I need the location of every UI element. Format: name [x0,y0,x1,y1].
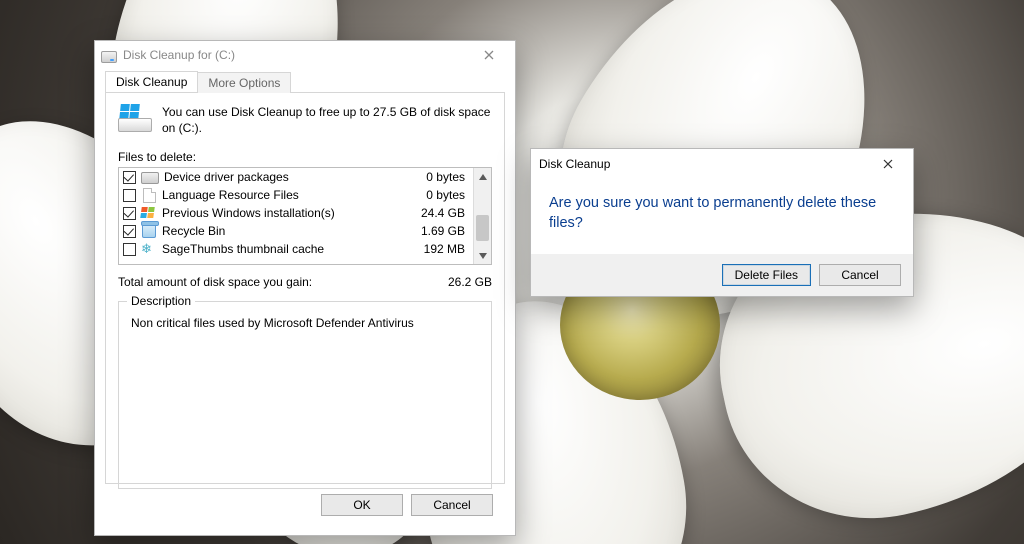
checkbox[interactable] [123,171,136,184]
recycle-bin-icon [141,224,157,238]
scroll-up-icon[interactable] [474,168,491,185]
scrollbar-thumb[interactable] [476,215,489,241]
tab-more-options[interactable]: More Options [197,72,291,93]
cancel-button[interactable]: Cancel [819,264,901,286]
window-title: Disk Cleanup [539,157,871,171]
disk-cleanup-window: Disk Cleanup for (C:) Disk Cleanup More … [94,40,516,536]
windows-icon [141,206,157,220]
tab-panel: You can use Disk Cleanup to free up to 2… [105,92,505,484]
description-group: Description Non critical files used by M… [118,301,492,489]
driver-package-icon [141,172,159,184]
confirm-message: Are you sure you want to permanently del… [531,179,913,254]
description-text: Non critical files used by Microsoft Def… [129,312,481,334]
desktop-background: Disk Cleanup for (C:) Disk Cleanup More … [0,0,1024,544]
cleanup-icon [118,104,152,132]
files-to-delete-label: Files to delete: [118,150,492,164]
titlebar[interactable]: Disk Cleanup [531,149,913,179]
titlebar[interactable]: Disk Cleanup for (C:) [95,41,515,69]
description-heading: Description [127,294,195,308]
total-value: 26.2 GB [412,275,492,289]
intro-text: You can use Disk Cleanup to free up to 2… [162,104,492,136]
tab-strip: Disk Cleanup More Options [105,70,505,93]
sagethumbs-icon: ❄ [141,242,157,256]
delete-files-button[interactable]: Delete Files [722,264,811,286]
window-title: Disk Cleanup for (C:) [123,48,469,62]
list-item[interactable]: Device driver packages 0 bytes [119,168,473,186]
total-label: Total amount of disk space you gain: [118,275,412,289]
checkbox[interactable] [123,225,136,238]
checkbox[interactable] [123,189,136,202]
close-icon[interactable] [469,44,509,66]
ok-button[interactable]: OK [321,494,403,516]
checkbox[interactable] [123,243,136,256]
list-item[interactable]: ❄ SageThumbs thumbnail cache 192 MB [119,240,473,258]
scroll-down-icon[interactable] [474,247,491,264]
drive-icon [101,47,117,63]
scrollbar[interactable] [473,168,491,264]
scrollbar-track[interactable] [474,185,491,247]
file-icon [141,188,157,202]
tab-disk-cleanup[interactable]: Disk Cleanup [105,71,198,92]
cancel-button[interactable]: Cancel [411,494,493,516]
list-item[interactable]: Recycle Bin 1.69 GB [119,222,473,240]
list-item[interactable]: Language Resource Files 0 bytes [119,186,473,204]
list-item[interactable]: Previous Windows installation(s) 24.4 GB [119,204,473,222]
close-icon[interactable] [871,152,905,176]
confirm-dialog: Disk Cleanup Are you sure you want to pe… [530,148,914,297]
checkbox[interactable] [123,207,136,220]
file-list: Device driver packages 0 bytes Language … [118,167,492,265]
